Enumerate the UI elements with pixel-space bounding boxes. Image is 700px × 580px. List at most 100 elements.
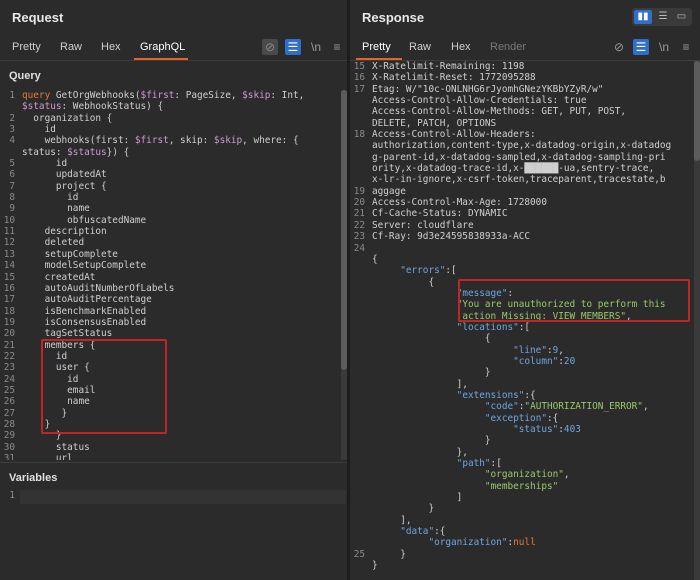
newline-icon[interactable]: \n: [656, 39, 672, 55]
code-token: }) {: [106, 146, 130, 158]
code-token: :{: [524, 389, 536, 401]
code-token: webhooks(first:: [22, 135, 135, 147]
code-line: status: $status}) {: [22, 147, 341, 158]
tab-pretty[interactable]: Pretty: [362, 41, 391, 53]
code-token: ,: [558, 344, 564, 356]
code-token: }: [372, 367, 491, 379]
code-line: x-lr-in-ignore,x-csrf-token,traceparent,…: [372, 174, 694, 185]
code-token: }: [372, 560, 378, 572]
code-token: isConsensusEnabled: [22, 316, 147, 328]
code-token: },: [372, 446, 468, 458]
code-line: ],: [372, 515, 694, 526]
wrap-lines-icon[interactable]: ☰: [633, 39, 649, 55]
tab-raw[interactable]: Raw: [409, 41, 431, 53]
code-token: id: [22, 192, 79, 204]
gutter-line-number: [350, 481, 367, 492]
menu-icon[interactable]: ≡: [678, 39, 694, 55]
code-line: createdAt: [22, 272, 341, 283]
layout-horizontal-icon[interactable]: ☰: [654, 10, 672, 24]
gutter-line-number: [350, 277, 367, 288]
gutter-line-number: 8: [9, 192, 15, 204]
code-line: modelSetupComplete: [22, 260, 341, 271]
variables-input[interactable]: [20, 490, 346, 504]
code-token: $skip: [242, 90, 271, 101]
newline-icon[interactable]: \n: [308, 39, 324, 55]
gutter-line-number: 31: [3, 453, 15, 460]
code-line: status: [22, 442, 341, 453]
code-token: "status": [513, 424, 559, 435]
gutter-line-number: [350, 140, 367, 151]
gutter-line-number: 15: [3, 271, 15, 283]
code-token: "errors": [400, 265, 446, 277]
menu-icon[interactable]: ≡: [329, 39, 345, 55]
gutter-line-number: [0, 147, 17, 158]
layout-toggle-group: ▮▮ ☰ ▭: [632, 8, 692, 26]
code-line: description: [22, 226, 341, 237]
request-title: Request: [12, 10, 64, 25]
code-line: }: [372, 435, 694, 446]
code-token: DELETE, PATCH, OPTIONS: [372, 117, 497, 129]
code-line: g-parent-id,x-datadog-sampled,x-datadog-…: [372, 152, 694, 163]
response-gutter: 15 16 17 18 19 20 21 22 23 24 25: [350, 61, 367, 571]
code-token: status: [22, 441, 90, 453]
code-token: {: [372, 253, 378, 265]
tab-render[interactable]: Render: [490, 41, 526, 53]
layout-split-icon[interactable]: ▮▮: [634, 10, 652, 24]
code-token: X-Ratelimit-Remaining: 1198: [372, 61, 525, 72]
code-line: Cf-Cache-Status: DYNAMIC: [372, 208, 694, 219]
tab-graphql[interactable]: GraphQL: [140, 41, 185, 53]
code-line: Server: cloudflare: [372, 220, 694, 231]
gutter-line-number: [350, 367, 367, 378]
code-line: obfuscatedName: [22, 215, 341, 226]
code-token: Cf-Ray: 9d3e24595838933a-ACC: [372, 231, 531, 243]
layout-single-icon[interactable]: ▭: [673, 10, 690, 24]
eye-slash-icon[interactable]: ⊘: [262, 39, 278, 55]
gutter-line-number: [350, 526, 367, 537]
code-line: },: [372, 447, 694, 458]
code-line: Cf-Ray: 9d3e24595838933a-ACC: [372, 231, 694, 242]
code-line: id: [22, 158, 341, 169]
code-token: :{: [434, 526, 446, 538]
tab-hex[interactable]: Hex: [451, 41, 471, 53]
code-line: DELETE, PATCH, OPTIONS: [372, 118, 694, 129]
gutter-line-number: [350, 299, 367, 310]
tab-divider: [0, 60, 347, 61]
response-scroll-thumb[interactable]: [694, 61, 700, 161]
gutter-line-number: 13: [3, 248, 15, 260]
code-token: Access-Control-Allow-Headers:: [372, 129, 536, 141]
response-scrollbar[interactable]: [694, 61, 700, 580]
code-token: x-lr-in-ignore,x-csrf-token,traceparent,…: [372, 174, 666, 186]
code-line: authorization,content-type,x-datadog-ori…: [372, 140, 694, 151]
gutter-line-number: 23: [353, 231, 365, 243]
gutter-line-number: [350, 503, 367, 514]
gutter-line-number: 27: [3, 407, 15, 419]
tab-raw[interactable]: Raw: [60, 41, 82, 53]
eye-slash-icon[interactable]: ⊘: [611, 39, 627, 55]
code-token: createdAt: [22, 271, 96, 283]
code-token: :[: [490, 458, 502, 470]
code-token: aggage: [372, 185, 406, 197]
code-line: query GetOrgWebhooks($first: PageSize, $…: [22, 90, 341, 101]
code-token: 403: [563, 424, 581, 435]
code-token: 20: [563, 355, 576, 367]
code-line: aggage: [372, 186, 694, 197]
code-token: "line": [513, 344, 547, 356]
gutter-line-number: [350, 163, 367, 174]
wrap-lines-icon[interactable]: ☰: [285, 39, 301, 55]
code-token: "extensions": [456, 389, 525, 401]
code-token: :[: [445, 265, 457, 277]
tab-hex[interactable]: Hex: [101, 41, 121, 53]
code-token: description: [22, 226, 107, 238]
code-token: $status: [22, 101, 62, 113]
query-gutter: 1 2 3 4 5 6 7 8 9 10 11 12 13 14 15 16 17 18 19 20 21 22 23 24 2…: [0, 90, 17, 460]
code-token: , where: {: [242, 135, 299, 147]
gutter-line-number: [350, 492, 367, 503]
code-token: $first: [134, 135, 169, 147]
code-line: webhooks(first: $first, skip: $skip, whe…: [22, 135, 341, 146]
code-token: "memberships": [484, 480, 559, 492]
code-line: setupComplete: [22, 249, 341, 260]
tab-pretty[interactable]: Pretty: [12, 41, 41, 53]
gutter-line-number: [350, 469, 367, 480]
